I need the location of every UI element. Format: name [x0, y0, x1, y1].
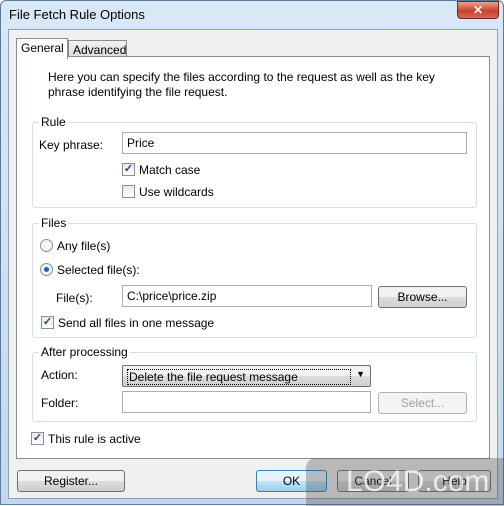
dialog-client: General Advanced Here you can specify th… — [8, 29, 498, 499]
action-select-value: Delete the file request message — [127, 369, 351, 385]
match-case-label: Match case — [139, 163, 201, 177]
files-label: File(s): — [56, 291, 93, 305]
tab-general[interactable]: General — [16, 38, 68, 59]
close-icon: ✕ — [472, 3, 484, 17]
action-select[interactable]: Delete the file request message ▼ — [122, 365, 371, 387]
close-button[interactable]: ✕ — [457, 1, 499, 19]
folder-label: Folder: — [41, 396, 79, 410]
files-group-label: Files — [39, 216, 69, 230]
send-all-checkbox[interactable]: ✓ — [41, 316, 54, 329]
chevron-down-icon: ▼ — [356, 369, 365, 379]
register-button[interactable]: Register... — [17, 470, 125, 492]
files-input[interactable]: C:\price\price.zip — [122, 285, 372, 307]
rule-group: Rule Key phrase: Price ✓ Match case Use … — [32, 115, 477, 208]
window-title: File Fetch Rule Options — [9, 7, 145, 22]
match-case-checkbox[interactable]: ✓ — [122, 163, 135, 176]
key-phrase-label: Key phrase: — [39, 138, 104, 152]
use-wildcards-label: Use wildcards — [139, 185, 214, 199]
selected-files-label: Selected file(s): — [57, 263, 140, 277]
browse-button[interactable]: Browse... — [378, 286, 467, 308]
folder-input[interactable] — [122, 391, 371, 413]
rule-group-label: Rule — [39, 115, 68, 129]
send-all-label: Send all files in one message — [58, 316, 215, 330]
tab-advanced[interactable]: Advanced — [68, 40, 127, 57]
dialog-window: File Fetch Rule Options ✕ General Advanc… — [0, 0, 504, 506]
after-processing-label: After processing — [39, 345, 130, 359]
key-phrase-input[interactable]: Price — [122, 132, 467, 154]
watermark-logo: LO4D.com — [306, 458, 504, 506]
selected-files-radio[interactable] — [40, 263, 53, 276]
description-text: Here you can specify the files according… — [48, 70, 435, 99]
action-label: Action: — [41, 368, 78, 382]
use-wildcards-checkbox[interactable] — [122, 185, 135, 198]
rule-active-label: This rule is active — [48, 432, 141, 446]
files-group: Files Any file(s) Selected file(s): File… — [32, 216, 477, 338]
select-folder-button[interactable]: Select... — [378, 392, 467, 414]
after-processing-group: After processing Action: Delete the file… — [32, 345, 477, 422]
any-files-radio[interactable] — [40, 239, 53, 252]
any-files-label: Any file(s) — [57, 239, 111, 253]
rule-active-checkbox[interactable]: ✓ — [31, 432, 44, 445]
tab-panel-general: Here you can specify the files according… — [16, 56, 490, 459]
